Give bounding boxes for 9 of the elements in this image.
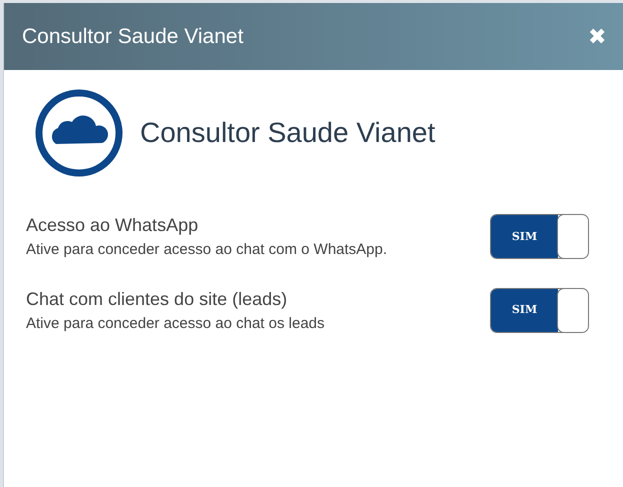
setting-label: Chat com clientes do site (leads) — [26, 288, 288, 311]
cloud-logo-icon — [34, 88, 124, 178]
toggle-switch[interactable]: SIM — [490, 214, 589, 260]
toggle-switch[interactable]: SIM — [490, 288, 589, 333]
setting-description: Ative para conceder acesso ao chat os leads — [26, 314, 325, 334]
setting-label: Acesso ao WhatsApp — [26, 214, 200, 237]
app-heading: Consultor Saude Vianet — [140, 116, 436, 150]
setting-description: Ative para conceder acesso ao chat com o WhatsApp. — [26, 240, 388, 260]
window-title: Consultor Saude Vianet — [22, 24, 244, 50]
